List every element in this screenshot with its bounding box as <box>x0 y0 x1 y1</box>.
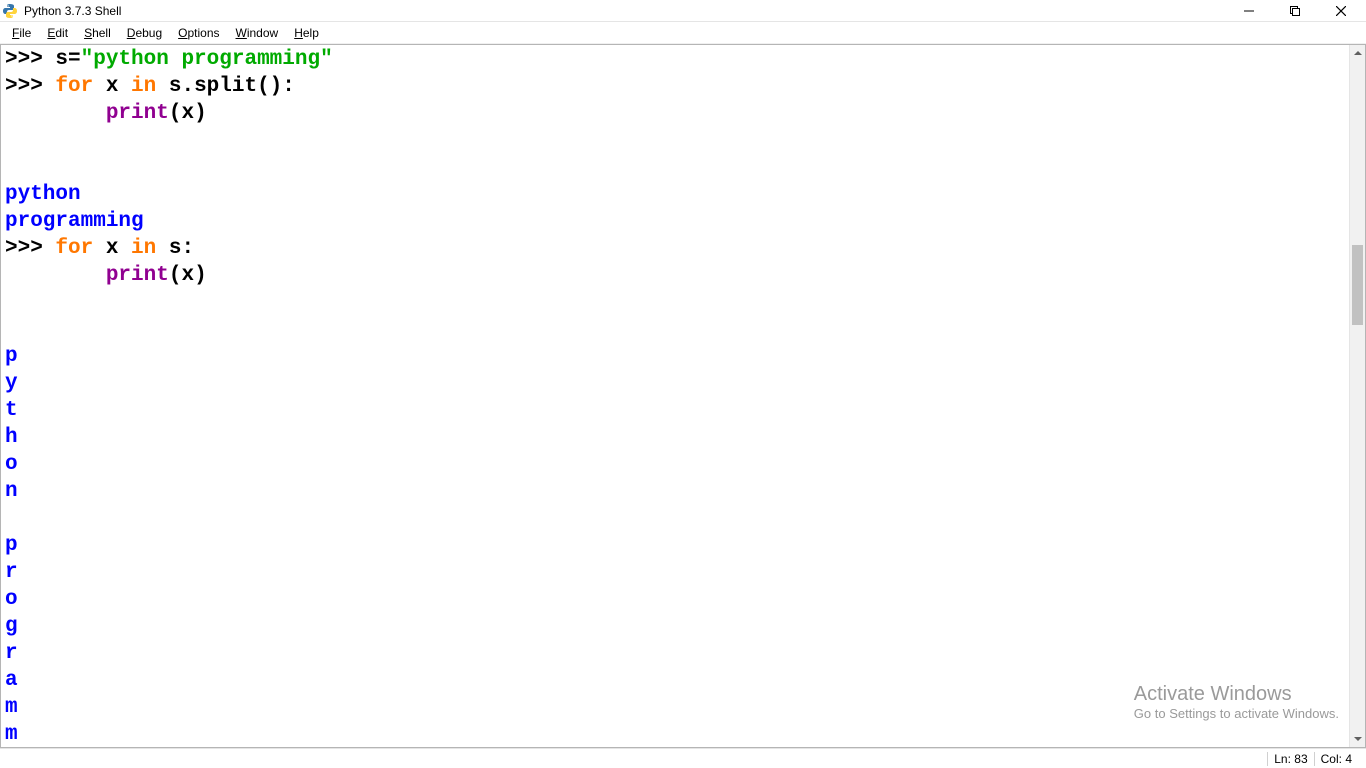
menu-bar: File Edit Shell Debug Options Window Hel… <box>0 22 1366 44</box>
status-line: Ln: 83 <box>1267 752 1313 766</box>
shell-output-line: r <box>5 559 1345 586</box>
shell-output-line: p <box>5 532 1345 559</box>
menu-edit[interactable]: Edit <box>39 24 76 42</box>
shell-line: print(x) <box>5 262 1345 289</box>
python-icon <box>2 3 18 19</box>
shell-output-line: a <box>5 667 1345 694</box>
menu-debug[interactable]: Debug <box>119 24 170 42</box>
minimize-button[interactable] <box>1226 0 1272 22</box>
shell-input-line: >>> for x in s: <box>5 235 1345 262</box>
shell-output-line: g <box>5 613 1345 640</box>
menu-help-rest: elp <box>303 26 319 40</box>
shell-line <box>5 154 1345 181</box>
menu-options[interactable]: Options <box>170 24 227 42</box>
menu-shell-rest: hell <box>92 26 111 40</box>
menu-help[interactable]: Help <box>286 24 327 42</box>
shell-output-line: p <box>5 343 1345 370</box>
title-bar: Python 3.7.3 Shell <box>0 0 1366 22</box>
python-shell-text[interactable]: >>> s="python programming">>> for x in s… <box>1 45 1349 747</box>
shell-line <box>5 316 1345 343</box>
shell-output-line: python <box>5 181 1345 208</box>
shell-line <box>5 127 1345 154</box>
shell-output-line: t <box>5 397 1345 424</box>
menu-window-rest: indow <box>247 26 278 40</box>
close-button[interactable] <box>1318 0 1364 22</box>
scroll-thumb[interactable] <box>1352 245 1363 325</box>
shell-output-line: o <box>5 586 1345 613</box>
shell-output-line: y <box>5 370 1345 397</box>
shell-line <box>5 289 1345 316</box>
status-col: Col: 4 <box>1314 752 1358 766</box>
maximize-button[interactable] <box>1272 0 1318 22</box>
menu-options-rest: ptions <box>187 26 219 40</box>
menu-file[interactable]: File <box>4 24 39 42</box>
shell-output-line: o <box>5 451 1345 478</box>
scroll-down-button[interactable] <box>1350 731 1366 747</box>
shell-output-line: h <box>5 424 1345 451</box>
window-title: Python 3.7.3 Shell <box>24 4 121 18</box>
shell-output-line: r <box>5 640 1345 667</box>
vertical-scrollbar[interactable] <box>1349 45 1365 747</box>
editor-area: >>> s="python programming">>> for x in s… <box>0 44 1366 748</box>
menu-debug-rest: ebug <box>135 26 162 40</box>
shell-input-line: >>> s="python programming" <box>5 46 1345 73</box>
status-bar: Ln: 83 Col: 4 <box>0 748 1366 768</box>
scroll-up-button[interactable] <box>1350 45 1366 61</box>
shell-line: print(x) <box>5 100 1345 127</box>
shell-output-line: m <box>5 721 1345 747</box>
menu-shell[interactable]: Shell <box>76 24 119 42</box>
shell-output-line: m <box>5 694 1345 721</box>
shell-input-line: >>> for x in s.split(): <box>5 73 1345 100</box>
menu-edit-rest: dit <box>55 26 68 40</box>
idle-window: Python 3.7.3 Shell File Edit Shell Debug… <box>0 0 1366 768</box>
menu-file-rest: ile <box>19 26 31 40</box>
shell-output-line: n <box>5 478 1345 505</box>
window-controls <box>1226 0 1364 22</box>
shell-output-line <box>5 505 1345 532</box>
menu-window[interactable]: Window <box>228 24 287 42</box>
shell-output-line: programming <box>5 208 1345 235</box>
